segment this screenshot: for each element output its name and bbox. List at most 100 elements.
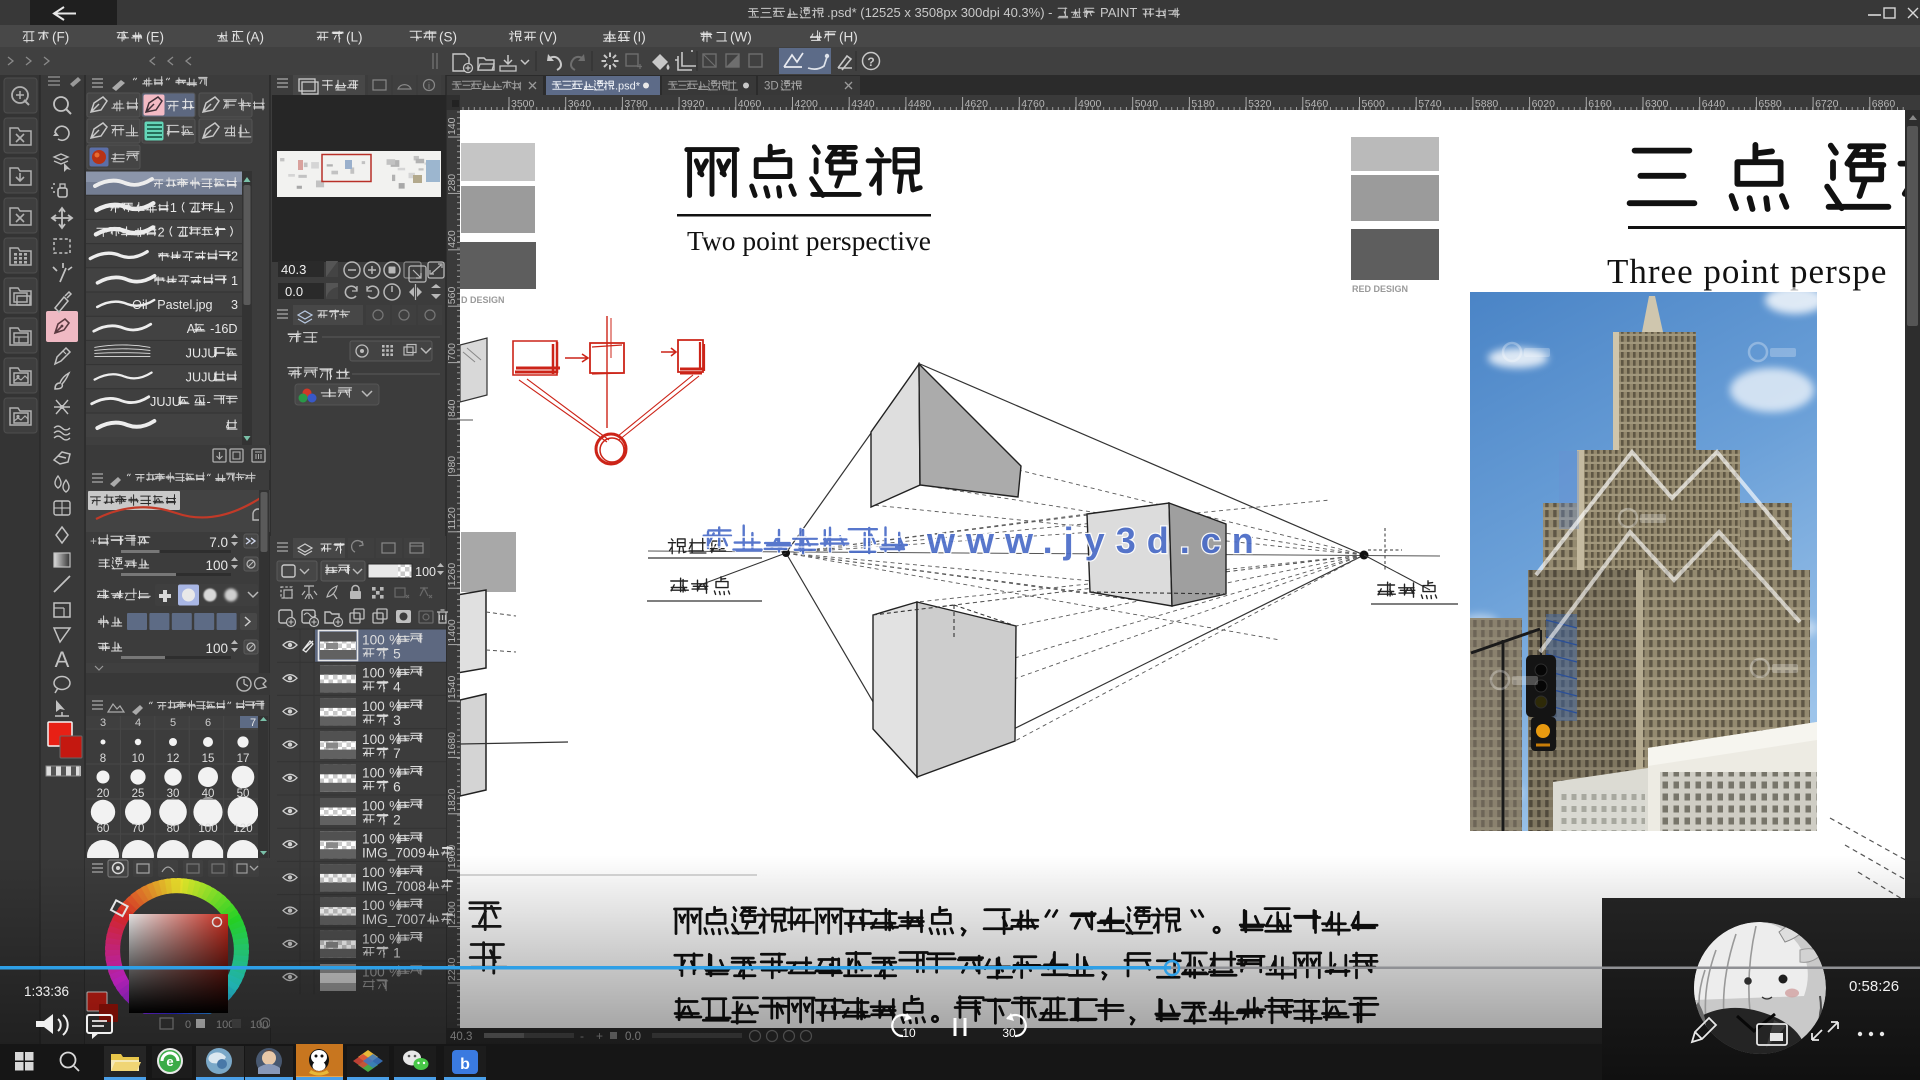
svg-text:25: 25	[132, 788, 145, 800]
svg-text:5040: 5040	[1135, 98, 1159, 110]
svg-text:1540: 1540	[446, 675, 458, 699]
svg-text:1820: 1820	[446, 788, 458, 812]
svg-text:100: 100	[362, 798, 385, 813]
svg-text:100: 100	[198, 823, 217, 835]
svg-text:4060: 4060	[738, 98, 762, 110]
svg-text:Three point perspe: Three point perspe	[1607, 252, 1887, 291]
svg-text:5180: 5180	[1191, 98, 1215, 110]
svg-text:?: ?	[867, 55, 874, 69]
svg-text:30: 30	[1002, 1026, 1016, 1040]
svg-text:Pastel.jpg: Pastel.jpg	[157, 298, 212, 312]
svg-text:100: 100	[205, 641, 228, 656]
svg-text:100: 100	[415, 565, 436, 579]
svg-text:5: 5	[393, 646, 401, 661]
svg-text:6860: 6860	[1872, 98, 1896, 110]
svg-text:120: 120	[233, 823, 252, 835]
svg-text:40.3: 40.3	[281, 262, 306, 277]
svg-text:1120: 1120	[446, 507, 458, 530]
svg-text:1: 1	[231, 274, 238, 288]
svg-text:Two point perspective: Two point perspective	[687, 225, 931, 256]
svg-text:1400: 1400	[446, 619, 458, 643]
svg-text:8: 8	[100, 753, 106, 765]
svg-text:12: 12	[167, 753, 180, 765]
svg-text:5320: 5320	[1248, 98, 1272, 110]
svg-text:6: 6	[205, 717, 211, 729]
svg-text:5740: 5740	[1418, 98, 1442, 110]
svg-text:JUJU: JUJU	[150, 395, 181, 409]
svg-text:1: 1	[170, 201, 177, 215]
svg-text:(E): (E)	[146, 30, 164, 45]
svg-text:D DESIGN: D DESIGN	[461, 295, 505, 305]
svg-text:700: 700	[446, 343, 458, 361]
svg-text:4620: 4620	[965, 98, 989, 110]
svg-text:2: 2	[231, 250, 238, 264]
svg-text:4760: 4760	[1021, 98, 1045, 110]
svg-text:A: A	[55, 647, 70, 672]
svg-text:4480: 4480	[908, 98, 932, 110]
svg-text:100: 100	[362, 632, 385, 647]
svg-text:PAINT: PAINT	[1100, 5, 1137, 20]
svg-text:100: 100	[362, 699, 385, 714]
svg-text:(S): (S)	[439, 30, 457, 45]
svg-text:1:33:36: 1:33:36	[24, 984, 69, 999]
svg-text:i: i	[428, 81, 430, 91]
svg-text:www.jy3d.cn: www.jy3d.cn	[926, 520, 1265, 561]
svg-text:3: 3	[100, 717, 106, 729]
svg-text:980: 980	[446, 456, 458, 474]
svg-text:.psd* (12525 x 3508px 300dpi 4: .psd* (12525 x 3508px 300dpi 40.3%) -	[827, 5, 1053, 20]
svg-text:(L): (L)	[346, 30, 363, 45]
svg-text:1260: 1260	[446, 563, 458, 587]
svg-text:17: 17	[237, 753, 250, 765]
svg-text:15: 15	[202, 753, 215, 765]
svg-text:(V): (V)	[539, 30, 557, 45]
svg-text:5600: 5600	[1362, 98, 1386, 110]
svg-text:4: 4	[393, 680, 401, 695]
svg-text:6580: 6580	[1758, 98, 1782, 110]
svg-text:-: -	[207, 395, 211, 409]
svg-text:3640: 3640	[568, 98, 592, 110]
svg-text:3D: 3D	[764, 81, 779, 93]
svg-text:b: b	[460, 1056, 470, 1073]
svg-text:280: 280	[446, 174, 458, 192]
svg-text:3780: 3780	[624, 98, 648, 110]
svg-text:7: 7	[250, 717, 256, 729]
svg-text:.psd*: .psd*	[615, 81, 641, 93]
svg-text:3920: 3920	[681, 98, 705, 110]
svg-text:4340: 4340	[851, 98, 875, 110]
svg-text:4900: 4900	[1078, 98, 1102, 110]
svg-text:-16D: -16D	[210, 322, 237, 336]
svg-text:70: 70	[132, 823, 145, 835]
svg-text:420: 420	[446, 230, 458, 248]
svg-text:1680: 1680	[446, 732, 458, 756]
svg-text:(H): (H)	[839, 30, 858, 45]
svg-text:JUJU: JUJU	[186, 371, 217, 385]
svg-text:5: 5	[170, 717, 176, 729]
svg-text:100: 100	[362, 732, 385, 747]
svg-text:100: 100	[362, 765, 385, 780]
svg-text:5460: 5460	[1305, 98, 1329, 110]
svg-text:6: 6	[393, 779, 401, 794]
svg-text:6300: 6300	[1645, 98, 1669, 110]
svg-text:80: 80	[167, 823, 180, 835]
svg-text:(A): (A)	[246, 30, 264, 45]
svg-text:100: 100	[362, 666, 385, 681]
svg-text:20: 20	[97, 788, 110, 800]
svg-text:(F): (F)	[52, 30, 69, 45]
svg-text:3500: 3500	[511, 98, 535, 110]
svg-text:4200: 4200	[795, 98, 819, 110]
svg-text:100: 100	[205, 558, 228, 573]
svg-text:e: e	[166, 1054, 173, 1069]
svg-text:140: 140	[446, 117, 458, 135]
svg-text:3: 3	[231, 298, 238, 312]
svg-text:Oil: Oil	[132, 298, 147, 312]
svg-text:(I): (I)	[633, 30, 646, 45]
svg-text:7: 7	[393, 746, 401, 761]
svg-text:0:58:26: 0:58:26	[1849, 978, 1899, 995]
svg-text:2: 2	[393, 812, 401, 827]
svg-text:840: 840	[446, 399, 458, 417]
svg-text:+: +	[90, 534, 97, 548]
svg-text:JUJU: JUJU	[186, 346, 217, 360]
svg-text:0.0: 0.0	[285, 284, 303, 299]
svg-text:10: 10	[132, 753, 145, 765]
svg-text:10: 10	[902, 1026, 916, 1040]
